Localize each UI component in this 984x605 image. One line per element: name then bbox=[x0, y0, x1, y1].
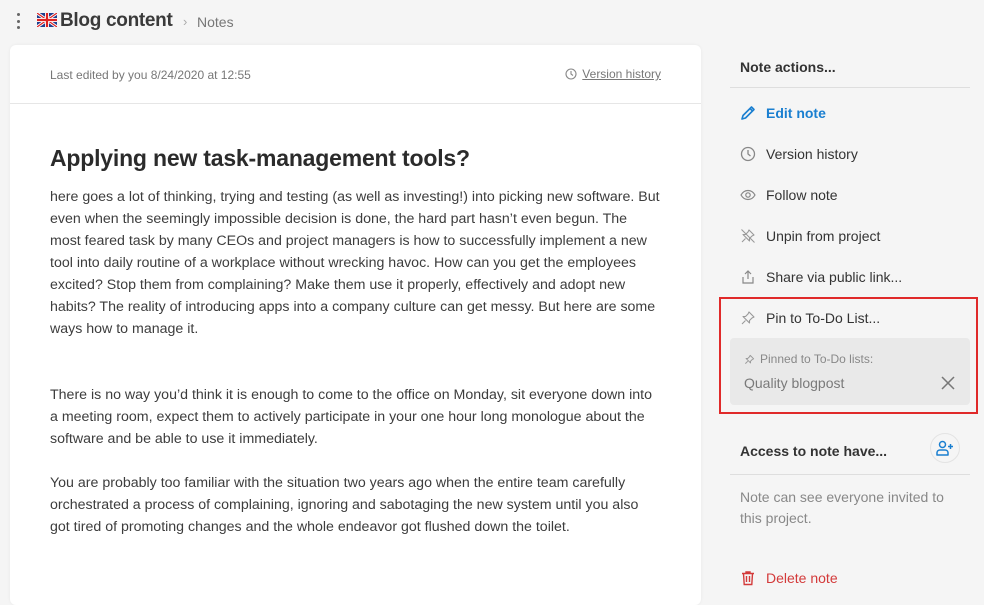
note-meta-bar: Last edited by you 8/24/2020 at 12:55 Ve… bbox=[10, 45, 701, 104]
version-history-link[interactable]: Version history bbox=[565, 67, 661, 81]
note-paragraph: You are probably too familiar with the s… bbox=[50, 475, 639, 535]
note-paragraph: here goes a lot of thinking, trying and … bbox=[50, 189, 660, 337]
breadcrumb-notes[interactable]: Notes bbox=[197, 14, 234, 30]
follow-note-button[interactable]: Follow note bbox=[730, 174, 970, 215]
add-user-button[interactable] bbox=[930, 433, 960, 463]
note-heading: Applying new task-management tools? bbox=[50, 145, 470, 171]
breadcrumb-separator: › bbox=[183, 14, 188, 29]
clock-icon bbox=[565, 68, 577, 80]
note-paragraph: There is no way you’d think it is enough… bbox=[50, 387, 652, 447]
last-edited-text: Last edited by you 8/24/2020 at 12:55 bbox=[50, 68, 251, 82]
share-icon bbox=[739, 268, 757, 286]
project-title[interactable]: Blog content bbox=[60, 10, 173, 32]
note-actions-title: Note actions... bbox=[730, 45, 970, 88]
unpin-from-project-label: Unpin from project bbox=[766, 227, 881, 244]
top-bar: Blog content › Notes bbox=[0, 0, 984, 44]
add-user-icon bbox=[936, 440, 953, 456]
access-description: Note can see everyone invited to this pr… bbox=[740, 489, 944, 526]
version-history-label: Version history bbox=[766, 145, 858, 162]
edit-note-label: Edit note bbox=[766, 104, 826, 121]
pin-section-highlight bbox=[719, 297, 978, 414]
version-history-label: Version history bbox=[582, 67, 661, 81]
unpin-from-project-button[interactable]: Unpin from project bbox=[730, 215, 970, 256]
pencil-icon bbox=[739, 104, 757, 122]
eye-icon bbox=[739, 186, 757, 204]
trash-icon bbox=[739, 569, 757, 587]
unpin-icon bbox=[739, 227, 757, 245]
share-public-link-label: Share via public link... bbox=[766, 268, 903, 285]
access-title: Access to note have... bbox=[740, 443, 888, 459]
note-content: Applying new task-management tools? here… bbox=[10, 104, 701, 538]
clock-icon bbox=[739, 145, 757, 163]
more-menu-icon[interactable] bbox=[12, 13, 24, 29]
edit-note-button[interactable]: Edit note bbox=[730, 92, 970, 133]
access-header: Access to note have... bbox=[730, 431, 970, 475]
uk-flag-icon bbox=[37, 13, 57, 27]
version-history-button[interactable]: Version history bbox=[730, 133, 970, 174]
note-card: Last edited by you 8/24/2020 at 12:55 Ve… bbox=[10, 45, 701, 605]
share-public-link-button[interactable]: Share via public link... bbox=[730, 256, 970, 297]
delete-note-label: Delete note bbox=[766, 569, 838, 586]
follow-note-label: Follow note bbox=[766, 186, 838, 203]
